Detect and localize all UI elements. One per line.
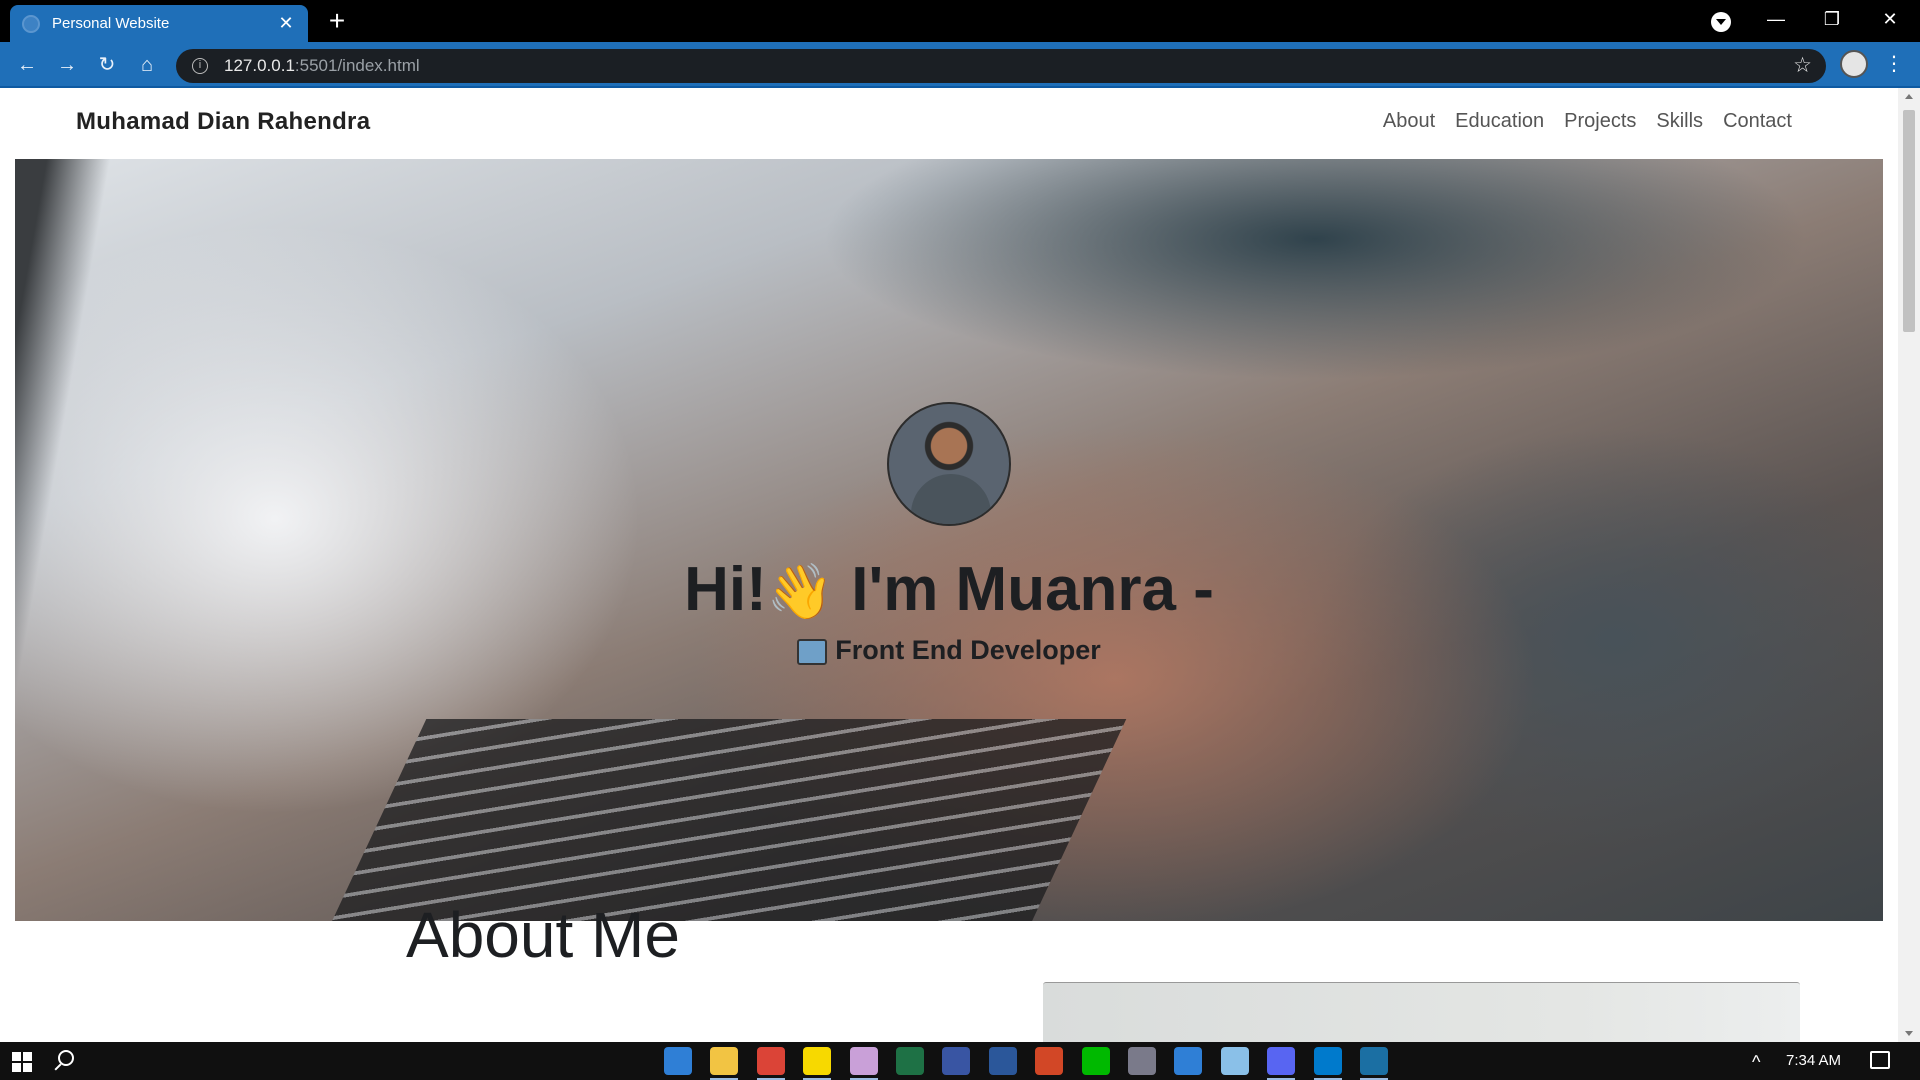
site-brand[interactable]: Muhamad Dian Rahendra <box>76 108 370 136</box>
windows-taskbar: ^ 7:34 AM <box>0 1042 1920 1080</box>
about-section-image <box>1043 982 1800 1042</box>
url-path: :5501/index.html <box>294 56 420 75</box>
paint-icon[interactable] <box>849 1047 878 1080</box>
url-host: 127.0.0.1 <box>224 56 295 75</box>
bookmark-star-icon[interactable]: ☆ <box>1793 53 1812 78</box>
waving-hand-icon: 👋 <box>766 562 834 622</box>
excel-icon[interactable] <box>896 1047 924 1075</box>
chevron-up-icon[interactable]: ^ <box>1752 1052 1760 1073</box>
forward-button[interactable]: → <box>52 50 82 80</box>
chrome-icon[interactable] <box>756 1047 785 1080</box>
steam-icon[interactable] <box>1360 1047 1388 1080</box>
search-icon[interactable] <box>58 1050 74 1066</box>
file-explorer-icon[interactable] <box>710 1047 739 1080</box>
powerpoint-icon[interactable] <box>1035 1047 1064 1075</box>
app-icon[interactable] <box>1128 1047 1156 1075</box>
nav-about[interactable]: About <box>1383 110 1435 133</box>
favicon-icon <box>22 14 40 33</box>
scroll-down-icon[interactable] <box>1905 1031 1913 1036</box>
page-viewport: Muhamad Dian Rahendra About Education Pr… <box>0 88 1898 1042</box>
developer-icon <box>797 638 828 665</box>
nav-contact[interactable]: Contact <box>1723 110 1792 133</box>
visio-icon[interactable] <box>942 1047 971 1075</box>
sticky-notes-icon[interactable] <box>803 1047 832 1080</box>
media-control-icon[interactable] <box>1711 12 1731 32</box>
close-tab-icon[interactable]: ✕ <box>276 13 296 34</box>
browser-tab-strip: Personal Website ✕ + — ❐ ✕ <box>0 0 1920 42</box>
nav-skills[interactable]: Skills <box>1656 110 1703 133</box>
nav-projects[interactable]: Projects <box>1564 110 1636 133</box>
address-bar[interactable]: i 127.0.0.1 :5501/index.html ☆ <box>176 49 1826 83</box>
site-nav-links: About Education Projects Skills Contact <box>1383 110 1792 133</box>
about-section-title: About Me <box>406 899 680 971</box>
site-info-icon[interactable]: i <box>192 58 208 74</box>
back-button[interactable]: ← <box>12 50 42 80</box>
hero-banner: Hi!👋 I'm Muanra - Front End Developer <box>15 159 1883 921</box>
hero-content: Hi!👋 I'm Muanra - Front End Developer <box>15 159 1883 921</box>
profile-photo <box>887 402 1011 526</box>
reload-button[interactable]: ↻ <box>92 50 122 80</box>
scrollbar-thumb[interactable] <box>1903 110 1915 332</box>
new-tab-button[interactable]: + <box>324 6 350 36</box>
tab-personal-website[interactable]: Personal Website ✕ <box>10 5 308 42</box>
vscode-icon[interactable] <box>1313 1047 1342 1080</box>
action-center-icon[interactable] <box>1870 1051 1890 1069</box>
browser-toolbar: ← → ↻ ⌂ i 127.0.0.1 :5501/index.html ☆ ⋮ <box>0 42 1920 88</box>
store-icon[interactable] <box>1174 1047 1203 1075</box>
page-scrollbar[interactable] <box>1898 88 1920 1042</box>
word-icon[interactable] <box>988 1047 1017 1075</box>
nav-education[interactable]: Education <box>1455 110 1544 133</box>
site-navbar: Muhamad Dian Rahendra About Education Pr… <box>0 88 1898 158</box>
mail-icon[interactable] <box>664 1047 692 1075</box>
line-icon[interactable] <box>1081 1047 1110 1075</box>
home-button[interactable]: ⌂ <box>132 50 162 80</box>
windows-start-icon[interactable] <box>12 1052 32 1072</box>
minimize-button[interactable]: — <box>1756 4 1796 34</box>
close-window-button[interactable]: ✕ <box>1870 4 1910 34</box>
profile-avatar[interactable] <box>1840 50 1868 78</box>
restore-button[interactable]: ❐ <box>1812 4 1852 34</box>
hero-title: Hi!👋 I'm Muanra - <box>684 555 1214 624</box>
hero-subtitle: Front End Developer <box>15 635 1883 666</box>
browser-menu-icon[interactable]: ⋮ <box>1884 50 1904 78</box>
scroll-up-icon[interactable] <box>1905 94 1913 99</box>
discord-icon[interactable] <box>1267 1047 1296 1080</box>
taskbar-clock[interactable]: 7:34 AM <box>1786 1052 1841 1069</box>
notepad-icon[interactable] <box>1220 1047 1249 1075</box>
tab-title: Personal Website <box>52 15 170 32</box>
